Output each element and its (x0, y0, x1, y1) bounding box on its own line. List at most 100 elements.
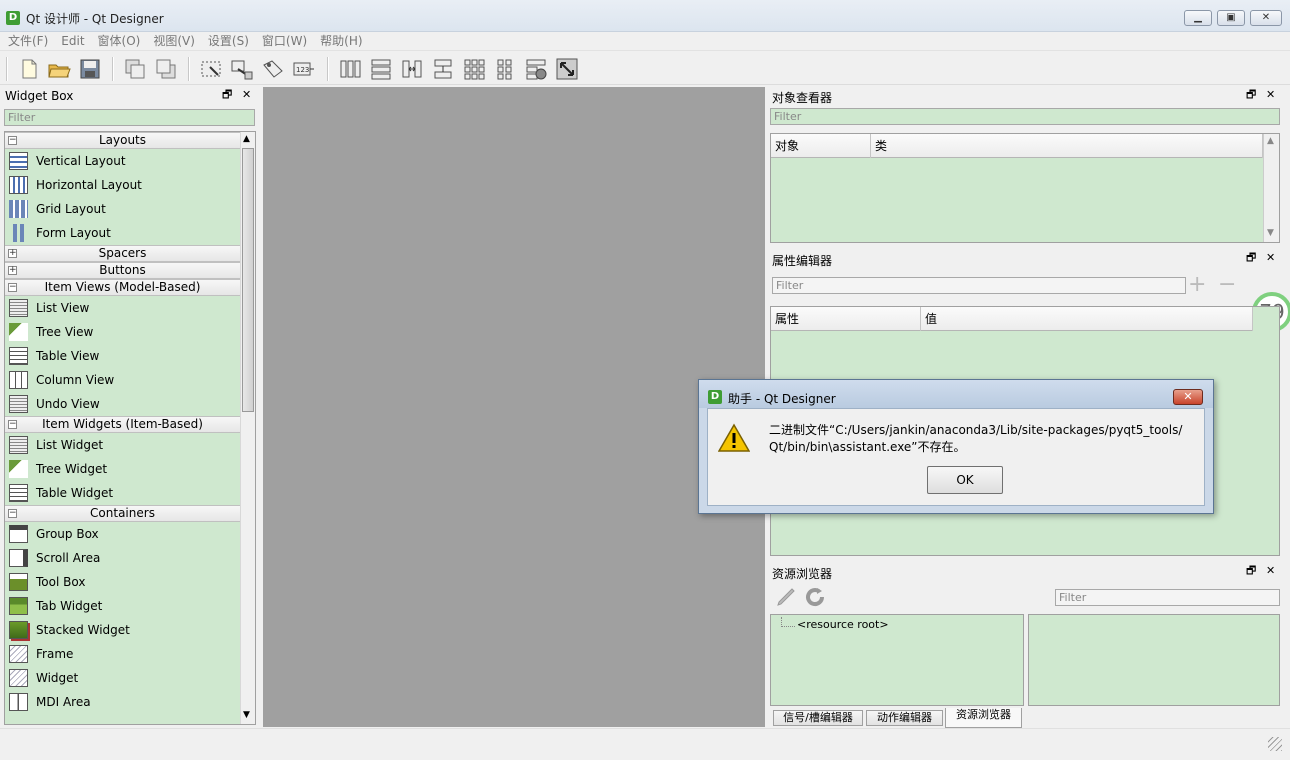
widget-item[interactable]: Table View (5, 344, 240, 368)
float-panel-icon[interactable]: 🗗 (1246, 252, 1256, 264)
bring-to-front-icon[interactable] (154, 57, 178, 81)
category-layouts[interactable]: − Layouts (5, 132, 240, 149)
tab-signal-slot-editor[interactable]: 信号/槽编辑器 (773, 710, 863, 726)
minimize-button[interactable]: ▁ (1184, 10, 1212, 26)
expand-icon[interactable]: + (8, 266, 17, 275)
add-property-icon[interactable]: + (1188, 274, 1206, 296)
float-panel-icon[interactable]: 🗗 (1246, 565, 1256, 577)
layout-form-icon[interactable] (493, 57, 517, 81)
category-containers[interactable]: − Containers (5, 505, 240, 522)
widget-item[interactable]: Column View (5, 368, 240, 392)
widget-item[interactable]: Vertical Layout (5, 149, 240, 173)
resize-grip-icon[interactable] (1268, 737, 1282, 751)
widget-item[interactable]: Form Layout (5, 221, 240, 245)
edit-buddies-icon[interactable] (261, 57, 285, 81)
close-window-button[interactable]: ✕ (1250, 10, 1282, 26)
assistant-error-dialog: D 助手 - Qt Designer ✕ 二进制文件“C:/Users/jank… (698, 379, 1214, 514)
maximize-button[interactable]: ▣ (1217, 10, 1245, 26)
reload-icon[interactable] (803, 585, 827, 609)
layout-horizontally-icon[interactable] (338, 57, 362, 81)
ok-button[interactable]: OK (927, 466, 1003, 494)
widget-item[interactable]: MDI Area (5, 690, 240, 714)
edit-resources-icon[interactable] (774, 585, 798, 609)
object-filter-input[interactable]: Filter (770, 108, 1280, 125)
widget-item[interactable]: List Widget (5, 433, 240, 457)
scroll-down-icon[interactable]: ▼ (243, 710, 250, 720)
category-spacers[interactable]: + Spacers (5, 245, 240, 262)
mdi-area-icon (9, 693, 28, 711)
menu-edit[interactable]: Edit (56, 32, 89, 50)
column-property[interactable]: 属性 (771, 307, 921, 331)
widget-filter-input[interactable]: Filter (4, 109, 255, 126)
collapse-icon[interactable]: − (8, 509, 17, 518)
new-file-icon[interactable] (17, 57, 41, 81)
category-item-widgets[interactable]: − Item Widgets (Item-Based) (5, 416, 240, 433)
scroll-up-icon[interactable]: ▲ (243, 134, 250, 144)
send-to-back-icon[interactable] (123, 57, 147, 81)
expand-icon[interactable]: + (8, 249, 17, 258)
collapse-icon[interactable]: − (8, 283, 17, 292)
widget-list-scrollbar[interactable]: ▲ ▼ (240, 132, 255, 724)
close-panel-icon[interactable]: ✕ (242, 89, 251, 101)
menu-file[interactable]: 文件(F) (3, 32, 53, 50)
menu-settings[interactable]: 设置(S) (203, 32, 254, 50)
widget-item[interactable]: Frame (5, 642, 240, 666)
scroll-up-icon[interactable]: ▲ (1267, 136, 1274, 146)
widget-item[interactable]: Tree View (5, 320, 240, 344)
widget-item[interactable]: Grid Layout (5, 197, 240, 221)
object-tree-scrollbar[interactable]: ▲ ▼ (1263, 134, 1279, 242)
layout-grid-icon[interactable] (462, 57, 486, 81)
resource-root-item[interactable]: <resource root> (797, 618, 889, 631)
open-folder-icon[interactable] (47, 57, 71, 81)
close-panel-icon[interactable]: ✕ (1266, 565, 1275, 577)
property-filter-input[interactable]: Filter (772, 277, 1186, 294)
tab-action-editor[interactable]: 动作编辑器 (866, 710, 943, 726)
collapse-icon[interactable]: − (8, 420, 17, 429)
resource-tree[interactable]: <resource root> (770, 614, 1024, 706)
menu-window[interactable]: 窗口(W) (257, 32, 312, 50)
toolbar: 123 (0, 52, 1290, 85)
category-buttons[interactable]: + Buttons (5, 262, 240, 279)
save-icon[interactable] (78, 57, 102, 81)
widget-item[interactable]: List View (5, 296, 240, 320)
layout-vertically-icon[interactable] (369, 57, 393, 81)
menu-help[interactable]: 帮助(H) (315, 32, 367, 50)
widget-item[interactable]: Scroll Area (5, 546, 240, 570)
adjust-size-icon[interactable] (555, 57, 579, 81)
column-object[interactable]: 对象 (771, 134, 871, 158)
resource-filter-input[interactable]: Filter (1055, 589, 1280, 606)
collapse-icon[interactable]: − (8, 136, 17, 145)
layout-horizontal-splitter-icon[interactable] (400, 57, 424, 81)
widget-item[interactable]: Tool Box (5, 570, 240, 594)
break-layout-icon[interactable] (524, 57, 548, 81)
widget-item[interactable]: Horizontal Layout (5, 173, 240, 197)
close-panel-icon[interactable]: ✕ (1266, 252, 1275, 264)
scrollbar-thumb[interactable] (242, 148, 254, 412)
toolbar-separator (327, 57, 329, 81)
widget-item[interactable]: Undo View (5, 392, 240, 416)
edit-signals-slots-icon[interactable] (230, 57, 254, 81)
widget-item[interactable]: Table Widget (5, 481, 240, 505)
column-value[interactable]: 值 (921, 307, 1253, 331)
widget-item[interactable]: Stacked Widget (5, 618, 240, 642)
close-panel-icon[interactable]: ✕ (1266, 89, 1275, 101)
column-class[interactable]: 类 (871, 134, 1263, 158)
menu-form[interactable]: 窗体(O) (93, 32, 146, 50)
widget-item[interactable]: Tree Widget (5, 457, 240, 481)
widget-item[interactable]: Widget (5, 666, 240, 690)
edit-widgets-icon[interactable] (199, 57, 223, 81)
tab-resource-browser[interactable]: 资源浏览器 (945, 708, 1022, 728)
float-panel-icon[interactable]: 🗗 (1246, 89, 1256, 101)
edit-tab-order-icon[interactable]: 123 (292, 57, 316, 81)
object-tree[interactable]: 对象 类 ▲ ▼ (770, 133, 1280, 243)
widget-item[interactable]: Group Box (5, 522, 240, 546)
widget-item[interactable]: Tab Widget (5, 594, 240, 618)
form-editor-area[interactable] (263, 87, 765, 727)
float-panel-icon[interactable]: 🗗 (222, 89, 232, 101)
dialog-close-button[interactable]: ✕ (1173, 389, 1203, 405)
layout-vertical-splitter-icon[interactable] (431, 57, 455, 81)
category-item-views[interactable]: − Item Views (Model-Based) (5, 279, 240, 296)
scroll-down-icon[interactable]: ▼ (1267, 228, 1274, 238)
menu-view[interactable]: 视图(V) (148, 32, 200, 50)
remove-property-icon[interactable]: − (1218, 274, 1236, 296)
